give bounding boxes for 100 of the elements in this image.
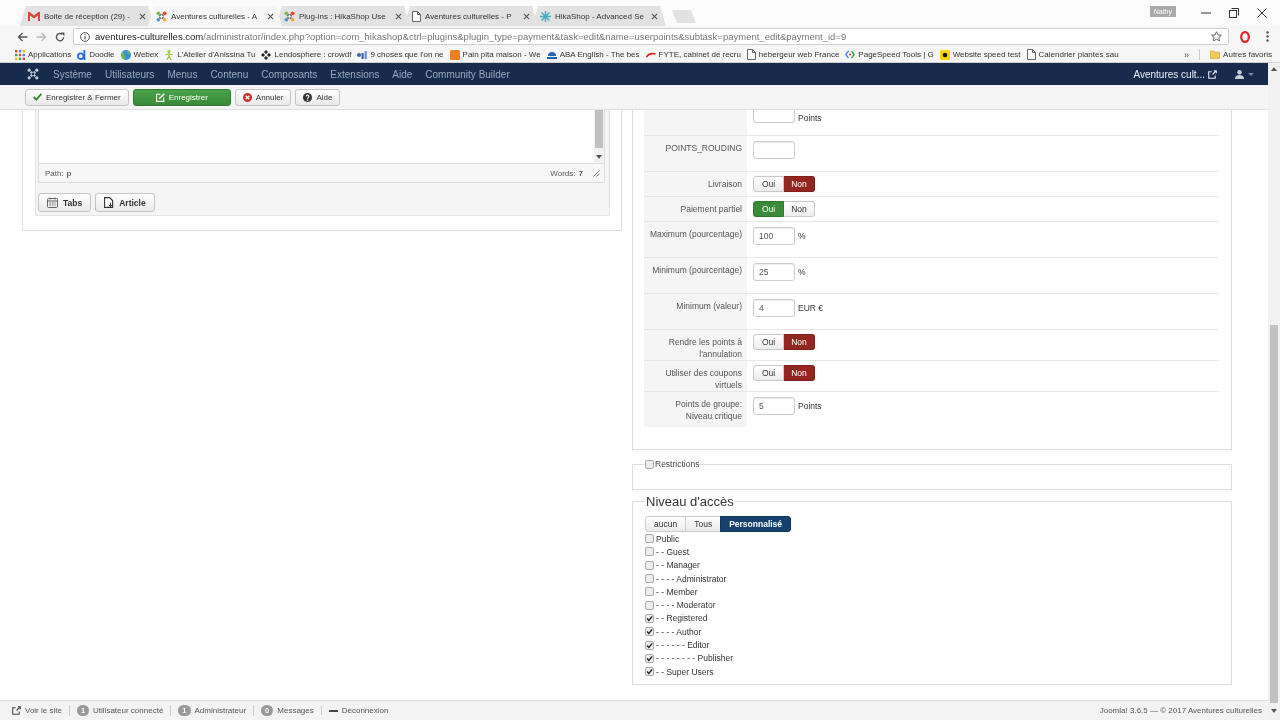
help-button[interactable]: Aide (295, 88, 341, 106)
close-icon[interactable] (651, 12, 658, 20)
menu-item[interactable]: Contenu (210, 68, 249, 80)
more-menu-icon[interactable] (1266, 31, 1269, 42)
edit-icon (155, 92, 165, 102)
toggle-option[interactable]: Non (784, 201, 815, 217)
path-value[interactable]: p (66, 168, 72, 178)
status-link[interactable]: Déconnexion (341, 706, 389, 715)
bookmark[interactable]: FYTE, cabinet de recru (645, 50, 741, 59)
checkbox[interactable] (645, 600, 654, 610)
user-menu[interactable] (1235, 69, 1254, 79)
checkbox[interactable] (645, 667, 654, 677)
toggle-option[interactable]: Non (784, 365, 815, 381)
site-link[interactable]: Aventures cult... (1133, 68, 1217, 80)
checkbox[interactable] (645, 547, 654, 557)
toggle-option[interactable]: Oui (753, 334, 784, 350)
browser-tab[interactable]: HikaShop - Advanced Se (532, 6, 666, 26)
bookmark[interactable]: Website speed test (939, 49, 1021, 60)
close-icon[interactable] (139, 12, 146, 20)
bookmark[interactable]: Pain pita maison - We (449, 49, 541, 60)
resize-grip-icon[interactable] (592, 168, 600, 177)
access-mode-button[interactable]: aucun (645, 516, 687, 532)
back-icon[interactable] (17, 31, 28, 42)
menu-item[interactable]: Composants (261, 68, 318, 80)
bookmark-folder[interactable]: Autres favoris (1210, 50, 1272, 59)
scrollbar-thumb[interactable] (1270, 325, 1278, 703)
checkbox[interactable] (645, 574, 654, 584)
article-button[interactable]: Article (95, 193, 155, 212)
menu-item[interactable]: Extensions (330, 68, 380, 80)
bookmark[interactable]: ABA English - The bes (546, 50, 640, 59)
checkbox[interactable] (645, 653, 654, 663)
d-logo-icon (77, 49, 87, 60)
input-field[interactable] (753, 110, 795, 123)
bookmark[interactable]: Applications (15, 49, 72, 60)
bookmark[interactable]: Doodle (77, 49, 115, 60)
close-icon[interactable] (267, 12, 274, 20)
diamond-icon (261, 49, 272, 60)
menu-item[interactable]: Menus (167, 68, 198, 80)
bookmark[interactable]: Webex (120, 49, 159, 60)
bookmark[interactable]: 9 choses que l'on ne (357, 50, 444, 59)
status-link[interactable]: Voir le site (25, 706, 62, 715)
knot-icon[interactable] (27, 68, 39, 80)
checkbox[interactable] (645, 587, 654, 597)
bookmark[interactable]: Lendosphere : crowdf (261, 49, 352, 60)
checkbox[interactable] (645, 640, 654, 650)
menu-item[interactable]: Utilisateurs (104, 68, 155, 80)
status-link[interactable]: Messages (277, 706, 314, 715)
checkbox[interactable] (645, 613, 654, 623)
toggle-option[interactable]: Oui (753, 176, 784, 192)
bookmark[interactable]: L'Atelier d'Anissina Tu (164, 49, 256, 60)
toggle-option[interactable]: Non (784, 176, 815, 192)
browser-tab[interactable]: Aventures culturelles - A (148, 6, 282, 26)
toggle-option[interactable]: Non (784, 334, 815, 350)
scroll-down-icon[interactable] (596, 155, 602, 159)
user-icon (1235, 69, 1244, 79)
menu-item[interactable]: Système (53, 68, 92, 80)
bookmark[interactable]: PageSpeed Tools | G (845, 50, 934, 59)
info-icon[interactable] (80, 31, 90, 42)
save-close-button[interactable]: Enregistrer & Fermer (25, 88, 129, 106)
access-mode-button[interactable]: Personnalisé (720, 516, 792, 532)
figure-icon (164, 49, 175, 60)
more-bookmarks-button[interactable]: » (1184, 49, 1190, 60)
checkbox[interactable] (645, 459, 654, 469)
input-field[interactable]: 100 (753, 227, 795, 245)
input-field[interactable]: 5 (753, 397, 795, 415)
scroll-down-icon[interactable] (1271, 709, 1277, 713)
input-field[interactable]: 4 (753, 299, 795, 317)
bookmark[interactable]: hebergeur web France (746, 49, 840, 60)
checkbox[interactable] (645, 560, 654, 570)
ring-icon[interactable] (1240, 30, 1250, 43)
status-link[interactable]: Administrateur (194, 706, 247, 715)
reload-icon[interactable] (55, 31, 65, 42)
checkbox[interactable] (645, 627, 654, 637)
input-field[interactable]: 25 (753, 263, 795, 281)
unit-label: Points (798, 112, 822, 125)
tabs-button[interactable]: Tabs (38, 193, 92, 212)
status-link[interactable]: Utilisateur connecté (93, 706, 164, 715)
star-icon[interactable] (1211, 31, 1222, 42)
restrictions-label: Restrictions (655, 459, 700, 469)
close-icon[interactable] (1257, 8, 1267, 18)
close-icon[interactable] (523, 12, 530, 20)
menu-item[interactable]: Aide (392, 68, 413, 80)
address-field[interactable]: aventures-culturelles.com/administrator/index.php?option=com_hikashop&ctrl=plugins&plugin_type=payment&task=edit&name=userpoints&subtask=payment_edit&payment_id=9 (73, 28, 1229, 45)
restore-icon[interactable] (1229, 8, 1239, 18)
word-count-label: Words: (550, 168, 576, 178)
access-mode-button[interactable]: Tous (685, 516, 722, 532)
section-title: Niveau d'accès (645, 494, 735, 509)
save-button[interactable]: Enregistrer (132, 88, 231, 106)
bookmark[interactable]: Calendrier plantes sau (1026, 49, 1119, 60)
checkbox[interactable] (645, 534, 654, 544)
unit-label: Points (798, 400, 822, 413)
cancel-button[interactable]: Annuler (234, 88, 292, 106)
toggle-option[interactable]: Oui (753, 365, 784, 381)
input-field[interactable] (753, 141, 795, 159)
unit-label: % (798, 266, 806, 279)
close-icon[interactable] (395, 12, 402, 20)
toggle-option[interactable]: Oui (753, 201, 784, 217)
scroll-up-icon[interactable] (1271, 67, 1277, 71)
menu-item[interactable]: Community Builder (425, 68, 510, 80)
scrollbar-thumb[interactable] (595, 110, 603, 148)
